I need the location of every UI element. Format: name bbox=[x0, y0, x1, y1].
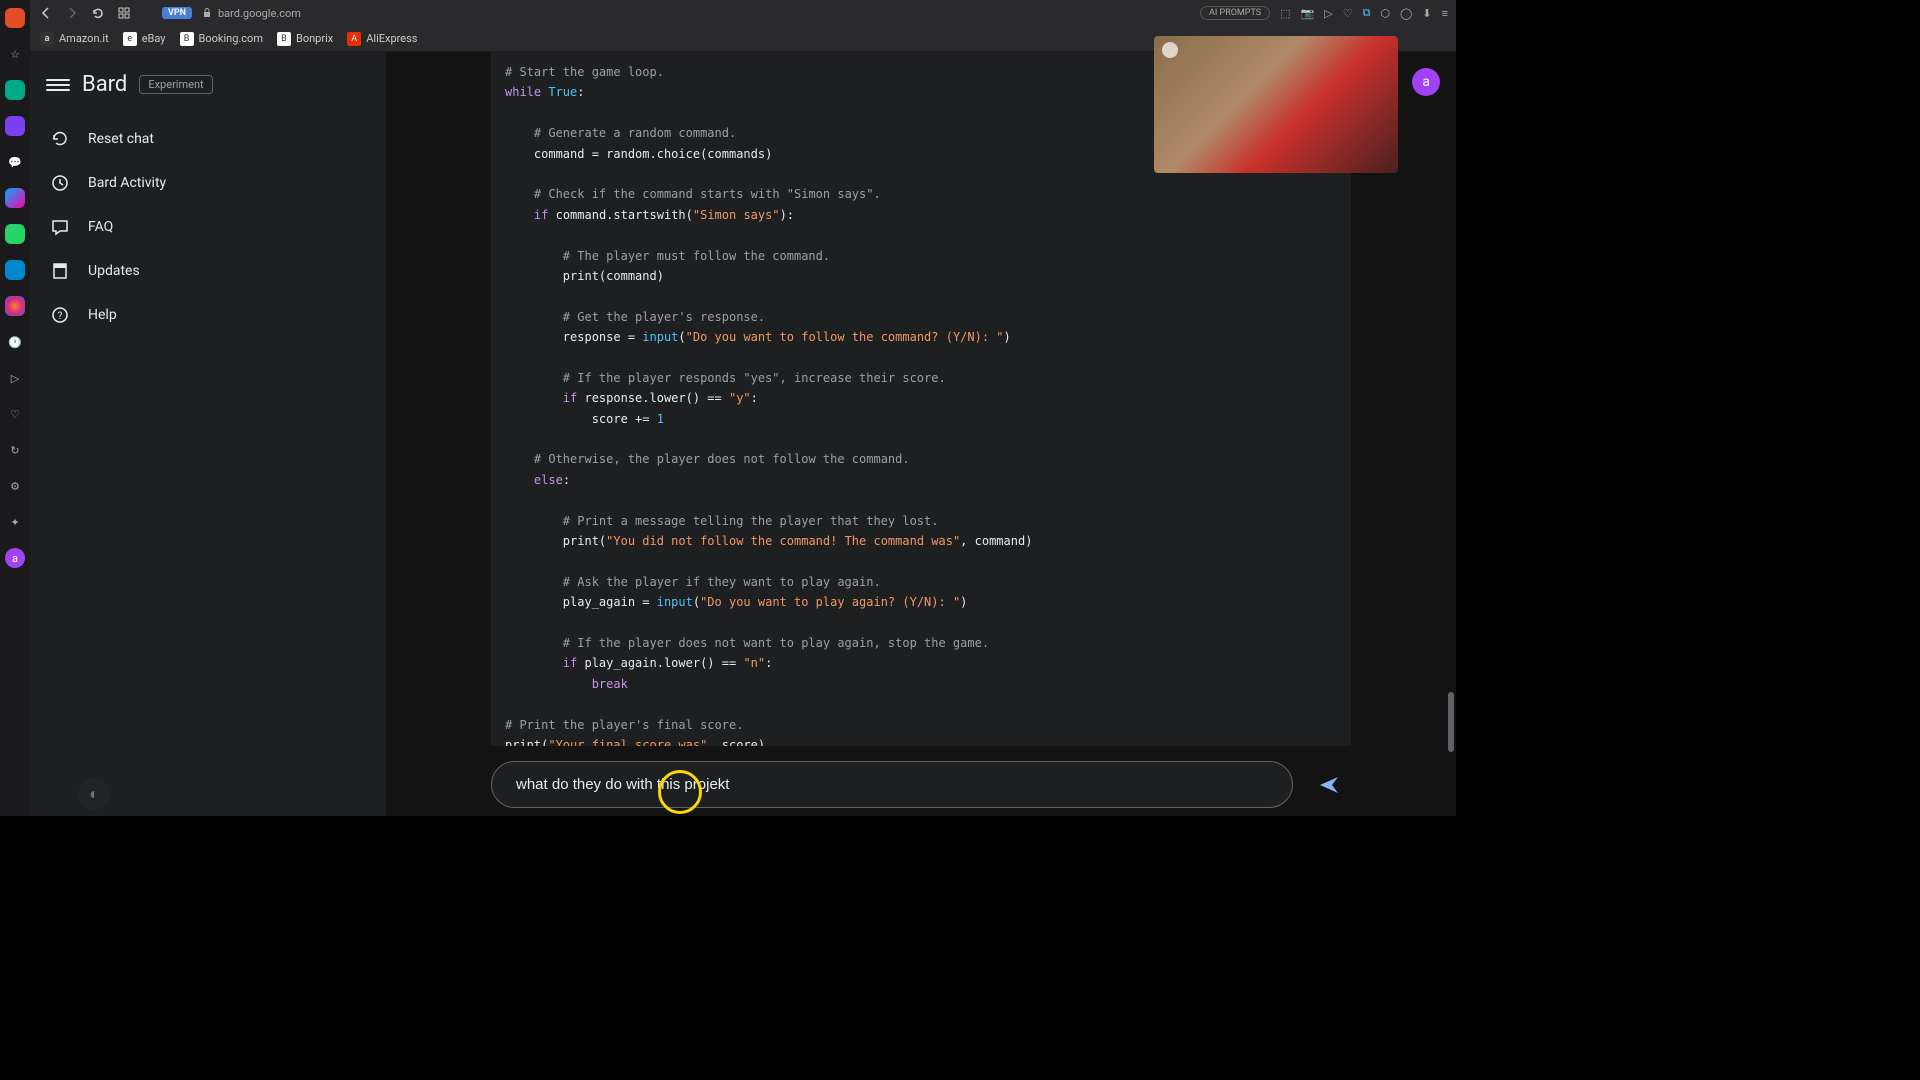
bookmark-booking[interactable]: BBooking.com bbox=[180, 32, 263, 46]
os-app-instagram[interactable] bbox=[5, 296, 25, 316]
url-bar[interactable]: bard.google.com bbox=[202, 7, 301, 20]
updates-icon bbox=[50, 261, 70, 281]
os-app-clock[interactable]: 🕐 bbox=[5, 332, 25, 352]
os-app-star[interactable]: ☆ bbox=[5, 44, 25, 64]
help-icon: ? bbox=[50, 305, 70, 325]
url-text: bard.google.com bbox=[218, 7, 301, 20]
sidebar-label: Updates bbox=[88, 263, 140, 279]
os-app-heart[interactable]: ♡ bbox=[5, 404, 25, 424]
bookmark-ebay[interactable]: eeBay bbox=[123, 32, 166, 46]
sidebar-label: Help bbox=[88, 307, 117, 323]
bookmark-amazon[interactable]: aAmazon.it bbox=[40, 32, 109, 46]
sidebar-item-updates[interactable]: Updates bbox=[30, 249, 386, 293]
webcam-overlay bbox=[1154, 36, 1398, 173]
os-app-play[interactable]: ▷ bbox=[5, 368, 25, 388]
ext-icon-5[interactable]: ⧉ bbox=[1363, 6, 1371, 20]
ai-prompts-button[interactable]: AI PROMPTS bbox=[1200, 6, 1270, 20]
sidebar-label: Bard Activity bbox=[88, 175, 166, 191]
bard-logo: Bard bbox=[82, 72, 127, 97]
os-app-whatsapp[interactable] bbox=[5, 224, 25, 244]
vpn-badge[interactable]: VPN bbox=[162, 7, 192, 19]
os-app-game[interactable] bbox=[5, 80, 25, 100]
lock-icon bbox=[202, 8, 212, 18]
os-sidebar: ☆ 💬 🕐 ▷ ♡ ↻ ⚙ ✦ a bbox=[0, 0, 30, 816]
webcam-pin-icon bbox=[1162, 42, 1178, 58]
ext-icon-2[interactable]: 📷 bbox=[1301, 7, 1315, 20]
back-button[interactable] bbox=[38, 5, 54, 21]
ext-icon-3[interactable]: ▷ bbox=[1324, 7, 1332, 20]
input-area bbox=[386, 761, 1456, 816]
ext-icon-6[interactable]: ⬡ bbox=[1380, 7, 1390, 20]
profile-icon[interactable]: ◯ bbox=[1400, 7, 1412, 20]
hamburger-menu[interactable] bbox=[46, 73, 70, 97]
sidebar-item-help[interactable]: ? Help bbox=[30, 293, 386, 337]
bookmark-bonprix[interactable]: BBonprix bbox=[277, 32, 333, 46]
bard-header: Bard Experiment bbox=[30, 68, 386, 117]
os-app-avatar[interactable]: a bbox=[5, 548, 25, 568]
activity-icon bbox=[50, 173, 70, 193]
tabs-button[interactable] bbox=[116, 5, 132, 21]
os-app-chat2[interactable]: 💬 bbox=[5, 152, 25, 172]
sidebar-item-activity[interactable]: Bard Activity bbox=[30, 161, 386, 205]
browser-bar: VPN bard.google.com AI PROMPTS ⬚ 📷 ▷ ♡ ⧉… bbox=[30, 0, 1456, 26]
ext-icon-4[interactable]: ♡ bbox=[1343, 7, 1353, 20]
menu-icon[interactable]: ≡ bbox=[1442, 7, 1448, 20]
download-icon[interactable]: ⬇ bbox=[1422, 7, 1431, 20]
user-avatar[interactable]: a bbox=[1412, 68, 1440, 96]
sidebar-item-faq[interactable]: FAQ bbox=[30, 205, 386, 249]
os-app-messenger[interactable] bbox=[5, 188, 25, 208]
forward-button[interactable] bbox=[64, 5, 80, 21]
sidebar-label: FAQ bbox=[88, 219, 113, 235]
os-app-telegram[interactable] bbox=[5, 260, 25, 280]
prompt-input[interactable] bbox=[491, 761, 1293, 808]
experiment-badge: Experiment bbox=[139, 75, 212, 94]
os-app-history[interactable]: ↻ bbox=[5, 440, 25, 460]
bard-sidebar: Bard Experiment Reset chat Bard Activity… bbox=[30, 52, 386, 816]
send-button[interactable] bbox=[1307, 763, 1351, 807]
svg-text:?: ? bbox=[58, 311, 63, 322]
os-app-opera[interactable] bbox=[5, 8, 25, 28]
reset-icon bbox=[50, 129, 70, 149]
reload-button[interactable] bbox=[90, 5, 106, 21]
ext-icon-1[interactable]: ⬚ bbox=[1280, 7, 1290, 20]
vertical-scrollbar[interactable] bbox=[1448, 692, 1454, 752]
os-app-wand[interactable]: ✦ bbox=[5, 512, 25, 532]
os-app-settings[interactable]: ⚙ bbox=[5, 476, 25, 496]
sidebar-item-reset[interactable]: Reset chat bbox=[30, 117, 386, 161]
faq-icon bbox=[50, 217, 70, 237]
theme-toggle[interactable]: ◐ bbox=[78, 778, 110, 810]
os-app-chat[interactable] bbox=[5, 116, 25, 136]
bookmark-aliexpress[interactable]: AAliExpress bbox=[347, 32, 417, 46]
sidebar-label: Reset chat bbox=[88, 131, 154, 147]
